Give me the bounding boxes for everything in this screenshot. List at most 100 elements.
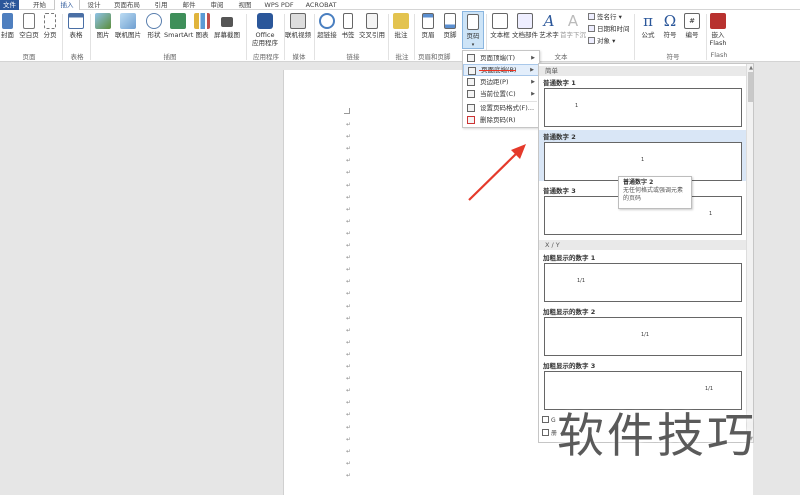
bookmark-button[interactable]: 书签 (340, 13, 356, 39)
tab-file[interactable]: 文件 (0, 0, 19, 10)
submenu-arrow-icon: ▶ (531, 91, 535, 97)
group-label-symbols: 符号 (666, 53, 680, 61)
paragraph-mark: ↵ (346, 350, 352, 358)
gallery-item-plain-number-1[interactable]: 1 (544, 88, 742, 127)
smartart-button[interactable]: SmartArt (164, 13, 193, 39)
paragraph-mark: ↵ (346, 423, 352, 431)
quick-parts-button[interactable]: 文档部件 (512, 13, 538, 39)
menu-item-top-of-page[interactable]: 页面顶端(T) ▶ (463, 52, 539, 64)
online-video-button[interactable]: 联机视频 (285, 13, 311, 39)
tab-references[interactable]: 引用 (150, 0, 172, 10)
cover-page-button[interactable]: 封面 (0, 13, 15, 39)
paragraph-mark: ↵ (346, 435, 352, 443)
tab-wps-pdf[interactable]: WPS PDF (262, 0, 296, 10)
flash-icon (710, 13, 726, 29)
tab-page-layout[interactable]: 页面布局 (109, 0, 145, 10)
number-icon: # (684, 13, 700, 29)
chart-button[interactable]: 图表 (194, 13, 210, 39)
hyperlink-button[interactable]: 超链接 (316, 13, 338, 39)
page-number-preview: 1 (641, 157, 645, 163)
gallery-item-bold-number-2[interactable]: 1/1 (544, 317, 742, 356)
table-button[interactable]: 表格 (66, 13, 86, 39)
cross-reference-button[interactable]: 交叉引用 (358, 13, 386, 39)
shapes-icon (146, 13, 162, 29)
word-window: 文件 开始 插入 设计 页面布局 引用 邮件 审阅 视图 WPS PDF ACR… (0, 0, 800, 495)
red-underline-annotation (479, 70, 516, 71)
menu-item-current-position[interactable]: 当前位置(C) ▶ (463, 88, 539, 100)
paragraph-mark: ↵ (346, 459, 352, 467)
object-button[interactable]: 对象 ▾ (588, 37, 615, 46)
paragraph-mark: ↵ (346, 229, 352, 237)
paragraph-mark: ↵ (346, 121, 352, 128)
group-separator (90, 14, 91, 60)
submenu-arrow-icon: ▶ (530, 67, 534, 73)
page-bottom-icon (468, 67, 476, 75)
save-selection-item[interactable]: 册 (542, 428, 557, 437)
wordart-icon: A (543, 12, 555, 30)
textbox-button[interactable]: 文本框 (488, 13, 512, 39)
gallery-section-xy: X / Y (539, 240, 747, 250)
dropcap-button[interactable]: A 首字下沉 (560, 13, 586, 39)
page-number-preview: 1 (709, 211, 713, 217)
comment-button[interactable]: 批注 (392, 13, 410, 39)
current-position-icon (467, 90, 475, 98)
scrollbar-thumb[interactable] (748, 72, 753, 102)
gallery-item-title: 加粗显示的数字 3 (543, 362, 596, 370)
gallery-scrollbar[interactable]: ▲ ▼ (746, 64, 753, 442)
ribbon-insert: 封面 空白页 分页 表格 图片 联机图片 形状 SmartArt 图表 屏幕截图… (0, 10, 800, 62)
picture-button[interactable]: 图片 (94, 13, 112, 39)
symbol-button[interactable]: Ω 符号 (660, 13, 680, 39)
paragraph-mark: ↵ (346, 145, 352, 153)
shapes-button[interactable]: 形状 (145, 13, 163, 39)
picture-icon (95, 13, 111, 29)
paragraph-mark: ↵ (346, 471, 352, 479)
page-break-button[interactable]: 分页 (42, 13, 58, 39)
date-time-button[interactable]: 日期和时间 (588, 25, 630, 34)
equation-button[interactable]: π 公式 (638, 13, 658, 39)
paragraph-mark: ↵ (346, 326, 352, 334)
tab-acrobat[interactable]: ACROBAT (303, 0, 339, 10)
blank-page-button[interactable]: 空白页 (18, 13, 40, 39)
menu-item-format-page-numbers[interactable]: 设置页码格式(F)... (463, 102, 539, 114)
paragraph-mark: ↵ (346, 181, 352, 189)
tab-insert[interactable]: 插入 (54, 0, 80, 10)
tab-view[interactable]: 视图 (234, 0, 256, 10)
tooltip: 普通数字 2 无任何格式或强调元素的页码 (618, 176, 692, 209)
group-separator (634, 14, 635, 60)
scroll-up-icon[interactable]: ▲ (748, 65, 753, 71)
wordart-button[interactable]: A 艺术字 (538, 13, 560, 39)
paragraph-mark: ↵ (346, 254, 352, 262)
omega-icon: Ω (663, 12, 677, 30)
office-store-icon (257, 13, 273, 29)
screenshot-button[interactable]: 屏幕截图 (212, 13, 242, 39)
footer-icon (444, 13, 456, 29)
more-page-numbers-item[interactable]: G (542, 416, 556, 424)
menu-item-remove-page-numbers[interactable]: 删除页码(R) (463, 114, 539, 126)
footer-button[interactable]: 页脚 (440, 13, 460, 39)
signature-line-button[interactable]: 签名行 ▾ (588, 13, 622, 22)
tab-home[interactable]: 开始 (26, 0, 53, 10)
paragraph-mark: ↵ (346, 338, 352, 346)
gallery-item-title: 加粗显示的数字 1 (543, 254, 596, 262)
margin-corner-mark (344, 108, 350, 114)
menu-item-page-margins[interactable]: 页边距(P) ▶ (463, 76, 539, 88)
cross-reference-icon (366, 13, 378, 29)
pi-icon: π (643, 12, 653, 30)
page-number-button[interactable]: 页码 ▾ (462, 11, 484, 49)
page-break-icon (44, 13, 56, 29)
tab-mailings[interactable]: 邮件 (178, 0, 200, 10)
more-icon (542, 416, 549, 423)
online-picture-icon (120, 13, 136, 29)
gallery-item-bold-number-1[interactable]: 1/1 (544, 263, 742, 302)
signature-line-icon (588, 13, 595, 20)
office-apps-button[interactable]: Office 应用程序 (250, 13, 280, 47)
gallery-item-title: 普通数字 2 (543, 133, 576, 141)
tab-review[interactable]: 审阅 (206, 0, 228, 10)
cover-page-icon (2, 13, 13, 29)
tab-design[interactable]: 设计 (83, 0, 105, 10)
embed-flash-button[interactable]: 嵌入 Flash (708, 13, 728, 47)
group-label-media: 媒体 (292, 53, 306, 61)
number-button[interactable]: # 编号 (682, 13, 702, 39)
header-button[interactable]: 页眉 (418, 13, 438, 39)
online-picture-button[interactable]: 联机图片 (113, 13, 143, 39)
